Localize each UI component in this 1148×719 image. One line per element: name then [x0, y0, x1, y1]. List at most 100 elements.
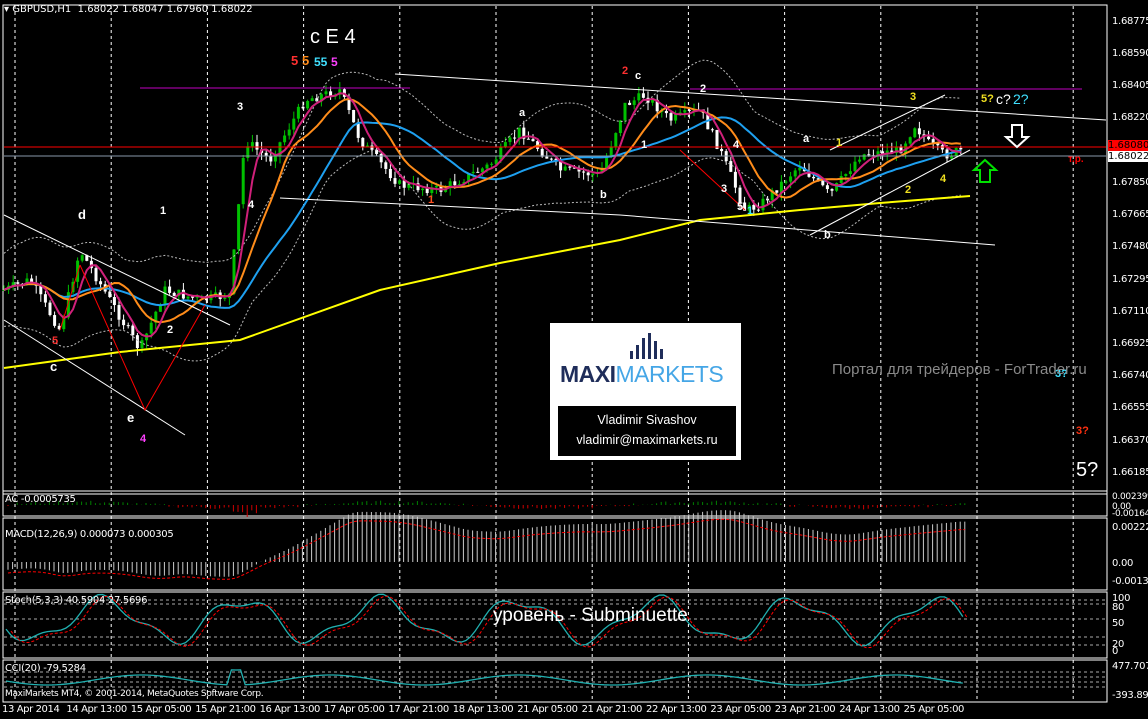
author-name: Vladimir Sivashov [597, 413, 697, 427]
take-profit-label: т.р. [1068, 154, 1084, 165]
candle-body [80, 255, 84, 261]
price-tick: 1.67295 [1112, 274, 1148, 285]
author-box: Vladimir Sivashov vladimir@maximarkets.r… [558, 406, 736, 456]
price-tick: 1.68775 [1112, 16, 1148, 27]
candle-body [237, 204, 241, 250]
candle-body [715, 129, 719, 149]
candle-body [756, 209, 760, 211]
candle-body [112, 297, 116, 306]
time-tick: 25 Apr 05:00 [903, 704, 965, 715]
candle-body [126, 325, 130, 327]
time-tick: 22 Apr 13:00 [646, 704, 707, 715]
bid-price-box: 1.68022 [1108, 151, 1148, 162]
candle-body [641, 93, 645, 98]
candle-body [255, 142, 259, 150]
candle-body [471, 171, 475, 174]
level-caption: уровень - Subminuette [493, 605, 688, 626]
candle-body [499, 147, 503, 160]
candle-body [476, 171, 480, 173]
wave-label: 5 [302, 53, 310, 68]
candle-body [94, 268, 98, 282]
candle-body [131, 325, 135, 336]
candle-body [223, 298, 227, 300]
candle-body [862, 154, 866, 160]
candle-body [388, 168, 392, 179]
candle-body [687, 110, 691, 112]
candle-body [117, 305, 121, 320]
wave-label: 3 [237, 101, 244, 113]
candle-body [761, 198, 765, 211]
macd-axis-max: 0.002221 [1112, 522, 1148, 533]
wave-label: 1 [160, 205, 167, 217]
candle-body [140, 340, 144, 349]
candle-body [517, 127, 521, 139]
price-tick: 1.67665 [1112, 209, 1148, 220]
wave-label: 3 [721, 183, 728, 195]
candle-body [853, 161, 857, 172]
wave-label: 1 [641, 139, 648, 151]
low: 1.67960 [166, 4, 209, 15]
candle-body [568, 166, 572, 168]
candle-body [844, 174, 848, 177]
bollinger-upper [3, 59, 961, 263]
candle-body [545, 156, 549, 159]
cci-axis-max: 477.7074 [1112, 661, 1148, 672]
price-tick: 1.67850 [1112, 177, 1148, 188]
candle-body [591, 173, 595, 176]
wave-label: 5 [291, 53, 299, 68]
stoch-axis-50: 50 [1112, 618, 1125, 629]
time-tick: 13 Apr 2014 [2, 704, 60, 715]
candle-body [172, 292, 176, 296]
candle-body [163, 286, 167, 306]
candle-body [135, 335, 139, 349]
candle-body [825, 185, 829, 190]
time-tick: 15 Apr 21:00 [195, 704, 256, 715]
channel-line [279, 197, 996, 246]
wave-label: 4 [248, 199, 255, 211]
wave-label: 3? [1076, 425, 1089, 437]
candle-body [586, 172, 590, 176]
wave-label: 55 [314, 55, 328, 69]
wave-label: 1 [836, 137, 843, 149]
candle-body [775, 190, 779, 193]
wave-label: 5? [1076, 459, 1099, 481]
wave-label: 4 [733, 139, 740, 151]
candle-body [531, 139, 535, 142]
candle-body [549, 158, 553, 160]
candle-body [379, 153, 383, 163]
price-tick: 1.68220 [1112, 112, 1148, 123]
candle-body [559, 161, 563, 171]
candle-body [241, 157, 245, 205]
candle-body [637, 93, 641, 101]
wave-label: 1 [747, 205, 754, 217]
candle-body [913, 128, 917, 138]
candle-body [283, 135, 287, 143]
time-tick: 14 Apr 13:00 [66, 704, 127, 715]
candle-body [513, 137, 517, 139]
wave-label: 2? [1013, 91, 1029, 107]
channel-line [3, 214, 231, 326]
wave-label: 2 [905, 184, 912, 196]
time-tick: 16 Apr 13:00 [259, 704, 321, 715]
logo-bars-icon [630, 333, 663, 359]
candle-body [425, 188, 429, 194]
time-tick: 17 Apr 05:00 [324, 704, 385, 715]
dropdown-arrow-icon[interactable]: ▾ [4, 4, 9, 15]
candle-body [669, 113, 673, 121]
candle-body [421, 188, 425, 191]
candle-body [393, 178, 397, 184]
candle-body [582, 171, 586, 173]
wave-label: c? [996, 91, 1011, 107]
macd-axis-min: -0.001308 [1112, 576, 1148, 587]
wave-label: 5? [981, 93, 994, 105]
candle-body [609, 146, 613, 157]
candle-body [250, 142, 254, 147]
down-arrow-icon [1003, 124, 1031, 149]
ma-magenta [3, 92, 961, 338]
maximarkets-logo: MAXIMARKETS Vladimir Sivashov vladimir@m… [550, 323, 741, 460]
candle-body [710, 129, 714, 131]
cci-label: CCI(20) -79.5284 [5, 663, 86, 674]
candle-body [310, 98, 314, 102]
close: 1.68022 [211, 4, 253, 15]
price-tick: 1.66740 [1112, 370, 1148, 381]
